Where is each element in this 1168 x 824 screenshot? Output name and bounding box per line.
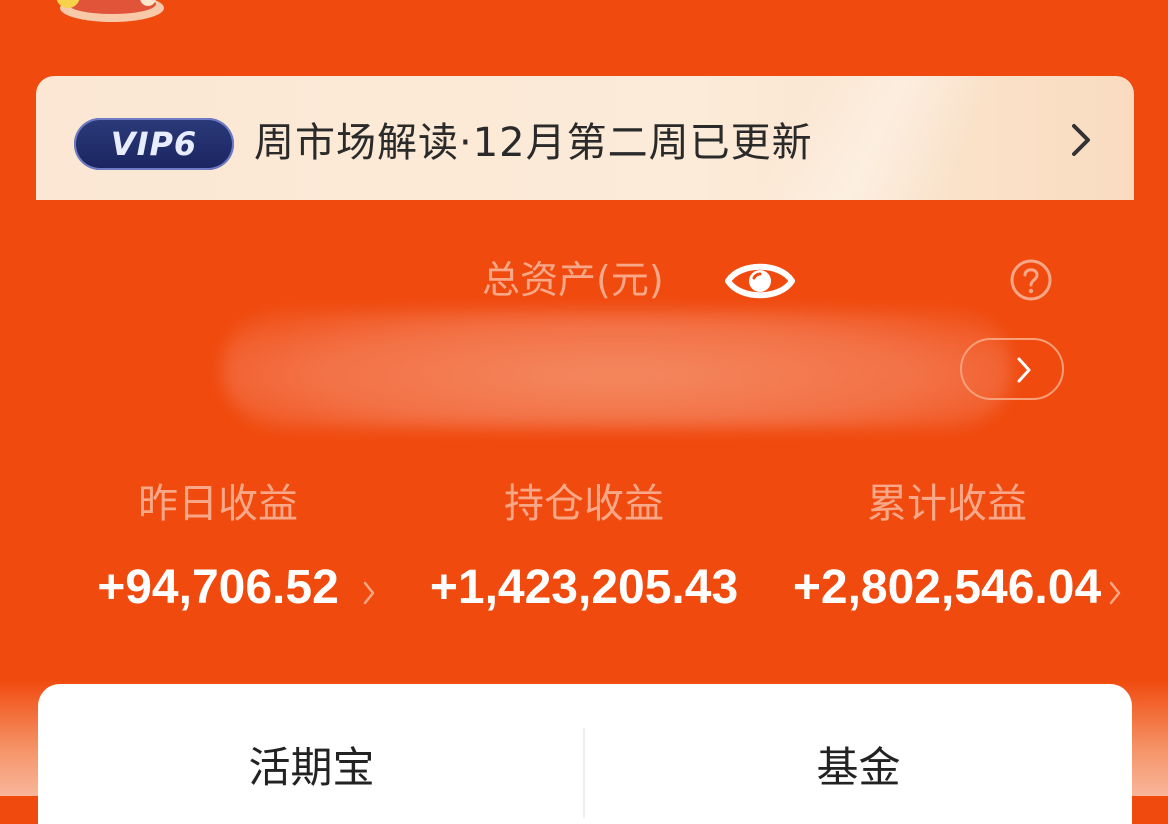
total-assets-label: 总资产(元) [482,258,664,302]
total-assets-value-masked [222,310,1012,428]
chevron-right-icon[interactable] [362,580,376,606]
total-assets-header: 总资产(元) [0,248,1168,318]
chevron-right-icon [1072,124,1090,156]
chevron-right-icon [1017,357,1031,383]
stat-label: 持仓收益 [504,481,664,527]
vip-banner-text: 周市场解读·12月第二周已更新 [254,120,813,166]
tab-label: 活期宝 [248,743,375,792]
stat-value: +1,423,205.43 [429,561,739,614]
vip-badge-label: VIP6 [110,125,198,163]
stat-holding-earnings[interactable]: 持仓收益 +1,423,205.43 [404,476,764,626]
stat-label: 累计收益 [867,481,1027,527]
stat-yesterday-earnings[interactable]: 昨日收益 +94,706.52 [40,476,396,626]
product-tab-card: 活期宝 基金 [38,684,1132,824]
chevron-right-icon[interactable] [1108,580,1122,606]
vip-badge: VIP6 [74,118,234,170]
stat-value: +94,706.52 [97,561,339,614]
vip-market-banner[interactable]: VIP6 周市场解读·12月第二周已更新 [36,76,1134,200]
stat-label: 昨日收益 [138,481,298,527]
tab-current-deposit[interactable]: 活期宝 [38,684,585,824]
stat-value: +2,802,546.04 [792,561,1102,614]
eye-icon[interactable] [724,254,796,308]
stat-cumulative-earnings[interactable]: 累计收益 +2,802,546.04 [766,476,1128,626]
decoration-icon [52,0,172,22]
assets-detail-button[interactable] [960,338,1064,400]
tab-divider [583,728,585,818]
tab-fund[interactable]: 基金 [585,684,1132,824]
tab-label: 基金 [816,743,901,792]
help-icon[interactable] [1009,258,1053,302]
